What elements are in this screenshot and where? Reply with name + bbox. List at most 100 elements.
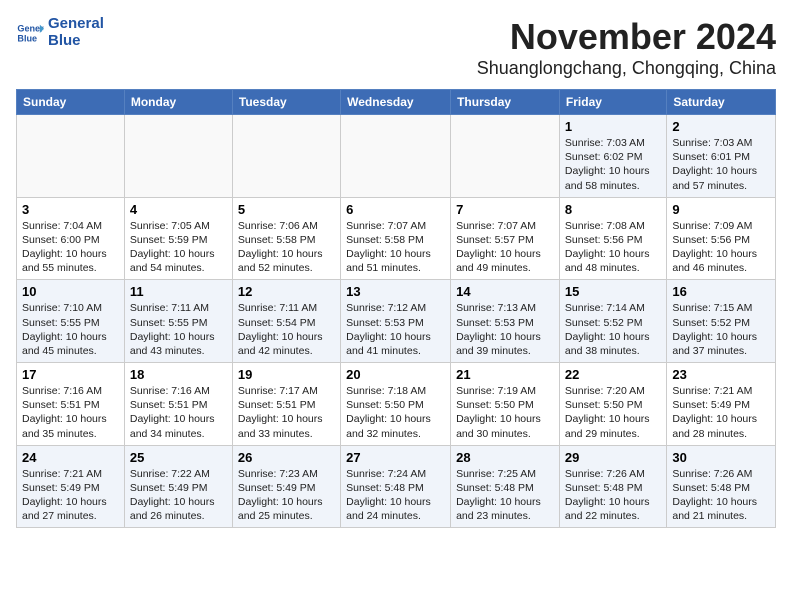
day-info: Sunrise: 7:25 AM Sunset: 5:48 PM Dayligh… <box>456 468 541 523</box>
day-info: Sunrise: 7:12 AM Sunset: 5:53 PM Dayligh… <box>346 302 431 357</box>
day-info: Sunrise: 7:14 AM Sunset: 5:52 PM Dayligh… <box>565 302 650 357</box>
weekday-header-monday: Monday <box>124 90 232 115</box>
title-section: November 2024 Shuanglongchang, Chongqing… <box>477 16 776 79</box>
calendar-cell <box>451 115 560 198</box>
day-number: 16 <box>672 284 770 299</box>
calendar-cell: 8 Sunrise: 7:08 AM Sunset: 5:56 PM Daylig… <box>559 197 666 280</box>
calendar-cell: 29Sunrise: 7:26 AM Sunset: 5:48 PM Dayli… <box>559 445 666 528</box>
day-number: 14 <box>456 284 554 299</box>
day-info: Sunrise: 7:07 AM Sunset: 5:57 PM Dayligh… <box>456 220 541 275</box>
day-info: Sunrise: 7:21 AM Sunset: 5:49 PM Dayligh… <box>22 468 107 523</box>
day-number: 6 <box>346 202 445 217</box>
calendar-week-2: 3 Sunrise: 7:04 AM Sunset: 6:00 PM Daylig… <box>17 197 776 280</box>
day-number: 5 <box>238 202 335 217</box>
day-number: 28 <box>456 450 554 465</box>
calendar-cell: 2 Sunrise: 7:03 AM Sunset: 6:01 PM Daylig… <box>667 115 776 198</box>
day-number: 1 <box>565 119 661 134</box>
day-info: Sunrise: 7:05 AM Sunset: 5:59 PM Dayligh… <box>130 220 215 275</box>
calendar-cell <box>124 115 232 198</box>
day-info: Sunrise: 7:22 AM Sunset: 5:49 PM Dayligh… <box>130 468 215 523</box>
weekday-header-wednesday: Wednesday <box>341 90 451 115</box>
day-number: 30 <box>672 450 770 465</box>
month-title: November 2024 <box>477 16 776 58</box>
day-info: Sunrise: 7:24 AM Sunset: 5:48 PM Dayligh… <box>346 468 431 523</box>
calendar-cell: 20 Sunrise: 7:18 AM Sunset: 5:50 PM Dayli… <box>341 363 451 446</box>
calendar-cell: 6Sunrise: 7:07 AM Sunset: 5:58 PM Daylig… <box>341 197 451 280</box>
calendar-cell: 3 Sunrise: 7:04 AM Sunset: 6:00 PM Daylig… <box>17 197 125 280</box>
calendar-week-4: 17Sunrise: 7:16 AM Sunset: 5:51 PM Dayli… <box>17 363 776 446</box>
calendar-week-1: 1 Sunrise: 7:03 AM Sunset: 6:02 PM Daylig… <box>17 115 776 198</box>
day-info: Sunrise: 7:09 AM Sunset: 5:56 PM Dayligh… <box>672 220 757 275</box>
day-info: Sunrise: 7:10 AM Sunset: 5:55 PM Dayligh… <box>22 302 107 357</box>
calendar-cell: 14 Sunrise: 7:13 AM Sunset: 5:53 PM Dayli… <box>451 280 560 363</box>
logo-line2: Blue <box>48 33 104 50</box>
day-info: Sunrise: 7:03 AM Sunset: 6:02 PM Dayligh… <box>565 137 650 192</box>
calendar-cell: 1 Sunrise: 7:03 AM Sunset: 6:02 PM Daylig… <box>559 115 666 198</box>
day-info: Sunrise: 7:08 AM Sunset: 5:56 PM Dayligh… <box>565 220 650 275</box>
calendar-table: SundayMondayTuesdayWednesdayThursdayFrid… <box>16 89 776 528</box>
day-number: 2 <box>672 119 770 134</box>
calendar-cell: 4 Sunrise: 7:05 AM Sunset: 5:59 PM Daylig… <box>124 197 232 280</box>
day-number: 26 <box>238 450 335 465</box>
day-info: Sunrise: 7:11 AM Sunset: 5:54 PM Dayligh… <box>238 302 323 357</box>
day-info: Sunrise: 7:19 AM Sunset: 5:50 PM Dayligh… <box>456 385 541 440</box>
day-number: 4 <box>130 202 227 217</box>
weekday-header-friday: Friday <box>559 90 666 115</box>
day-number: 23 <box>672 367 770 382</box>
day-info: Sunrise: 7:26 AM Sunset: 5:48 PM Dayligh… <box>672 468 757 523</box>
day-number: 18 <box>130 367 227 382</box>
day-info: Sunrise: 7:03 AM Sunset: 6:01 PM Dayligh… <box>672 137 757 192</box>
day-number: 11 <box>130 284 227 299</box>
day-number: 25 <box>130 450 227 465</box>
day-number: 9 <box>672 202 770 217</box>
calendar-cell <box>232 115 340 198</box>
day-number: 19 <box>238 367 335 382</box>
day-info: Sunrise: 7:26 AM Sunset: 5:48 PM Dayligh… <box>565 468 650 523</box>
svg-text:Blue: Blue <box>17 33 37 43</box>
day-number: 8 <box>565 202 661 217</box>
day-info: Sunrise: 7:15 AM Sunset: 5:52 PM Dayligh… <box>672 302 757 357</box>
calendar-week-3: 10 Sunrise: 7:10 AM Sunset: 5:55 PM Dayli… <box>17 280 776 363</box>
calendar-cell: 5 Sunrise: 7:06 AM Sunset: 5:58 PM Daylig… <box>232 197 340 280</box>
location-title: Shuanglongchang, Chongqing, China <box>477 58 776 79</box>
calendar-cell <box>341 115 451 198</box>
day-number: 27 <box>346 450 445 465</box>
calendar-cell: 12Sunrise: 7:11 AM Sunset: 5:54 PM Dayli… <box>232 280 340 363</box>
calendar-cell: 27 Sunrise: 7:24 AM Sunset: 5:48 PM Dayli… <box>341 445 451 528</box>
calendar-cell: 18Sunrise: 7:16 AM Sunset: 5:51 PM Dayli… <box>124 363 232 446</box>
weekday-header-saturday: Saturday <box>667 90 776 115</box>
calendar-body: 1 Sunrise: 7:03 AM Sunset: 6:02 PM Daylig… <box>17 115 776 528</box>
day-info: Sunrise: 7:17 AM Sunset: 5:51 PM Dayligh… <box>238 385 323 440</box>
day-number: 22 <box>565 367 661 382</box>
day-info: Sunrise: 7:04 AM Sunset: 6:00 PM Dayligh… <box>22 220 107 275</box>
day-number: 21 <box>456 367 554 382</box>
calendar-cell: 19 Sunrise: 7:17 AM Sunset: 5:51 PM Dayli… <box>232 363 340 446</box>
day-number: 20 <box>346 367 445 382</box>
weekday-header-thursday: Thursday <box>451 90 560 115</box>
weekday-header-tuesday: Tuesday <box>232 90 340 115</box>
calendar-cell: 26Sunrise: 7:23 AM Sunset: 5:49 PM Dayli… <box>232 445 340 528</box>
logo-icon: General Blue <box>16 19 44 47</box>
weekday-header-sunday: Sunday <box>17 90 125 115</box>
day-info: Sunrise: 7:06 AM Sunset: 5:58 PM Dayligh… <box>238 220 323 275</box>
calendar-cell: 7 Sunrise: 7:07 AM Sunset: 5:57 PM Daylig… <box>451 197 560 280</box>
calendar-cell: 28 Sunrise: 7:25 AM Sunset: 5:48 PM Dayli… <box>451 445 560 528</box>
day-number: 17 <box>22 367 119 382</box>
calendar-cell: 24Sunrise: 7:21 AM Sunset: 5:49 PM Dayli… <box>17 445 125 528</box>
day-info: Sunrise: 7:13 AM Sunset: 5:53 PM Dayligh… <box>456 302 541 357</box>
day-info: Sunrise: 7:11 AM Sunset: 5:55 PM Dayligh… <box>130 302 215 357</box>
calendar-cell: 30 Sunrise: 7:26 AM Sunset: 5:48 PM Dayli… <box>667 445 776 528</box>
calendar-cell: 16 Sunrise: 7:15 AM Sunset: 5:52 PM Dayli… <box>667 280 776 363</box>
calendar-cell <box>17 115 125 198</box>
calendar-cell: 13Sunrise: 7:12 AM Sunset: 5:53 PM Dayli… <box>341 280 451 363</box>
day-number: 7 <box>456 202 554 217</box>
day-info: Sunrise: 7:18 AM Sunset: 5:50 PM Dayligh… <box>346 385 431 440</box>
calendar-cell: 21 Sunrise: 7:19 AM Sunset: 5:50 PM Dayli… <box>451 363 560 446</box>
calendar-week-5: 24Sunrise: 7:21 AM Sunset: 5:49 PM Dayli… <box>17 445 776 528</box>
calendar-cell: 23 Sunrise: 7:21 AM Sunset: 5:49 PM Dayli… <box>667 363 776 446</box>
day-number: 10 <box>22 284 119 299</box>
day-number: 3 <box>22 202 119 217</box>
day-info: Sunrise: 7:21 AM Sunset: 5:49 PM Dayligh… <box>672 385 757 440</box>
weekday-header: SundayMondayTuesdayWednesdayThursdayFrid… <box>17 90 776 115</box>
day-number: 15 <box>565 284 661 299</box>
